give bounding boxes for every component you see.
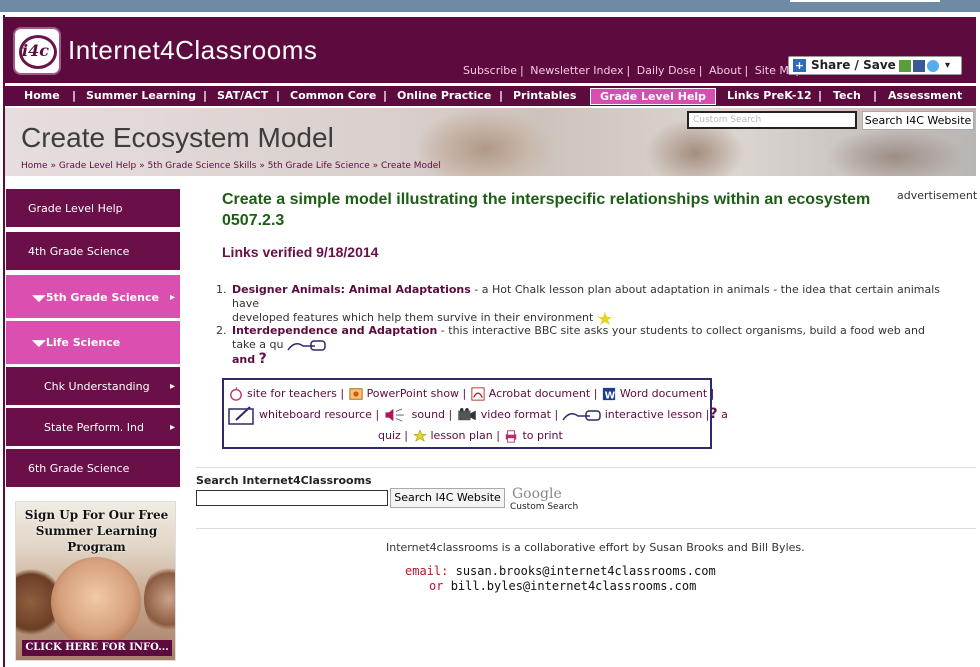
whiteboard-icon	[228, 406, 254, 425]
sidebar-item-4th-grade-science[interactable]: 4th Grade Science	[6, 232, 180, 272]
lesson-plan-icon	[412, 429, 427, 442]
top-strip-bar	[790, 0, 940, 2]
breadcrumb-create-model: Create Model	[381, 161, 441, 171]
breadcrumb-5th-grade-life-science[interactable]: 5th Grade Life Science	[268, 161, 370, 171]
search-i4c-button-top[interactable]: Search I4C Website	[862, 111, 974, 130]
breadcrumb: Home » Grade Level Help » 5th Grade Scie…	[21, 161, 441, 171]
divider	[196, 528, 976, 529]
nav-online-practice[interactable]: Online Practice	[397, 89, 491, 102]
email-link-susan[interactable]: susan.brooks@internet4classrooms.com	[456, 564, 716, 578]
search-input[interactable]	[196, 490, 388, 506]
browser-top-strip	[0, 0, 980, 12]
nav-assessment[interactable]: Assessment	[888, 89, 962, 102]
plus-icon: +	[793, 59, 806, 72]
lesson-plan-icon	[597, 312, 612, 325]
nav-tech[interactable]: Tech	[833, 89, 861, 102]
sidebar-item-5th-grade-science[interactable]: ◥◤5th Grade Science ▸	[6, 275, 180, 320]
main-nav: Home | Summer Learning | SAT/ACT | Commo…	[5, 85, 976, 107]
page-banner: Create Ecosystem Model Home » Grade Leve…	[5, 108, 976, 176]
nav-grade-level-help[interactable]: Grade Level Help	[590, 88, 717, 105]
site-title[interactable]: Internet4Classrooms	[68, 35, 317, 66]
sound-icon	[385, 408, 404, 422]
top-link-subscribe[interactable]: Subscribe	[463, 64, 517, 77]
double-chevron-icon: ◥◤	[32, 294, 46, 304]
sidebar-item-grade-level-help[interactable]: Grade Level Help	[6, 189, 180, 229]
printer-icon	[506, 430, 517, 443]
footer-contact: email: susan.brooks@internet4classrooms.…	[405, 564, 716, 593]
share-save-label: Share / Save	[811, 58, 896, 72]
nav-summer-learning[interactable]: Summer Learning	[86, 89, 196, 102]
site-logo[interactable]: i4c	[13, 27, 61, 75]
content-title: Create a simple model illustrating the i…	[222, 191, 871, 229]
breadcrumb-home[interactable]: Home	[21, 161, 48, 171]
nav-home[interactable]: Home	[24, 89, 60, 102]
logo-text: i4c	[22, 41, 49, 60]
page-title: Create Ecosystem Model	[21, 122, 334, 153]
email-link-bill[interactable]: bill.byles@internet4classrooms.com	[451, 579, 697, 593]
icon-legend: site for teachers | PowerPoint show | Ac…	[222, 378, 728, 449]
apple-icon	[230, 387, 242, 401]
double-chevron-icon: ◥◤	[32, 339, 46, 349]
sidebar-item-chk-understanding[interactable]: Chk Understanding ▸	[6, 367, 180, 407]
acrobat-icon	[471, 387, 485, 401]
top-link-daily-dose[interactable]: Daily Dose	[637, 64, 696, 77]
site-header: i4c Internet4Classrooms Subscribe | Newsl…	[5, 17, 976, 83]
custom-search-input[interactable]: Custom Search	[687, 111, 857, 129]
link-interdependence-adaptation[interactable]: Interdependence and Adaptation	[232, 324, 437, 337]
top-link-newsletter-index[interactable]: Newsletter Index	[530, 64, 623, 77]
chevron-right-icon: ▸	[169, 422, 175, 433]
nav-sat-act[interactable]: SAT/ACT	[217, 89, 268, 102]
chevron-right-icon: ▸	[169, 381, 175, 392]
nav-common-core[interactable]: Common Core	[290, 89, 376, 102]
facebook-icon	[913, 60, 925, 72]
search-label: Search Internet4Classrooms	[196, 474, 372, 487]
advertisement-label: advertisement	[897, 189, 978, 202]
divider	[196, 467, 976, 468]
sidebar-item-6th-grade-science[interactable]: 6th Grade Science	[6, 449, 180, 489]
sidebar-item-life-science[interactable]: ◥◤Life Science	[6, 321, 180, 366]
word-icon: W	[602, 387, 616, 401]
share-save-button[interactable]: + Share / Save ▾	[788, 56, 962, 75]
quiz-icon: ?	[258, 351, 267, 367]
top-links: Subscribe | Newsletter Index | Daily Dose |…	[463, 64, 803, 77]
twitter-icon	[927, 60, 939, 72]
google-custom-search-logo: Google Custom Search	[510, 486, 579, 512]
nav-links-prek-12[interactable]: Links PreK-12	[727, 89, 812, 102]
promo-cta[interactable]: CLICK HERE FOR INFO...	[22, 640, 172, 656]
sidebar-item-state-perform-ind[interactable]: State Perform. Ind ▸	[6, 408, 180, 448]
quiz-icon: ?	[709, 406, 718, 422]
email-share-icon	[899, 60, 911, 72]
link-designer-animals[interactable]: Designer Animals: Animal Adaptations	[232, 283, 471, 296]
breadcrumb-grade-level-help[interactable]: Grade Level Help	[59, 161, 136, 171]
chevron-down-icon: ▾	[945, 60, 951, 71]
promo-headline: Sign Up For Our Free Summer Learning Pro…	[24, 508, 169, 554]
footer-credit: Internet4classrooms is a collaborative e…	[386, 541, 805, 554]
video-icon	[458, 408, 476, 421]
links-verified: Links verified 9/18/2014	[222, 244, 379, 260]
interactive-lesson-icon	[562, 410, 601, 421]
interactive-lesson-icon	[287, 340, 326, 351]
chevron-right-icon: ▸	[169, 292, 175, 303]
summer-learning-promo[interactable]: Sign Up For Our Free Summer Learning Pro…	[15, 501, 176, 661]
powerpoint-icon	[349, 388, 363, 400]
svg-text:W: W	[605, 390, 616, 401]
search-i4c-button[interactable]: Search I4C Website	[390, 488, 505, 508]
nav-printables[interactable]: Printables	[513, 89, 576, 102]
breadcrumb-5th-grade-science-skills[interactable]: 5th Grade Science Skills	[147, 161, 256, 171]
top-link-about[interactable]: About	[709, 64, 742, 77]
